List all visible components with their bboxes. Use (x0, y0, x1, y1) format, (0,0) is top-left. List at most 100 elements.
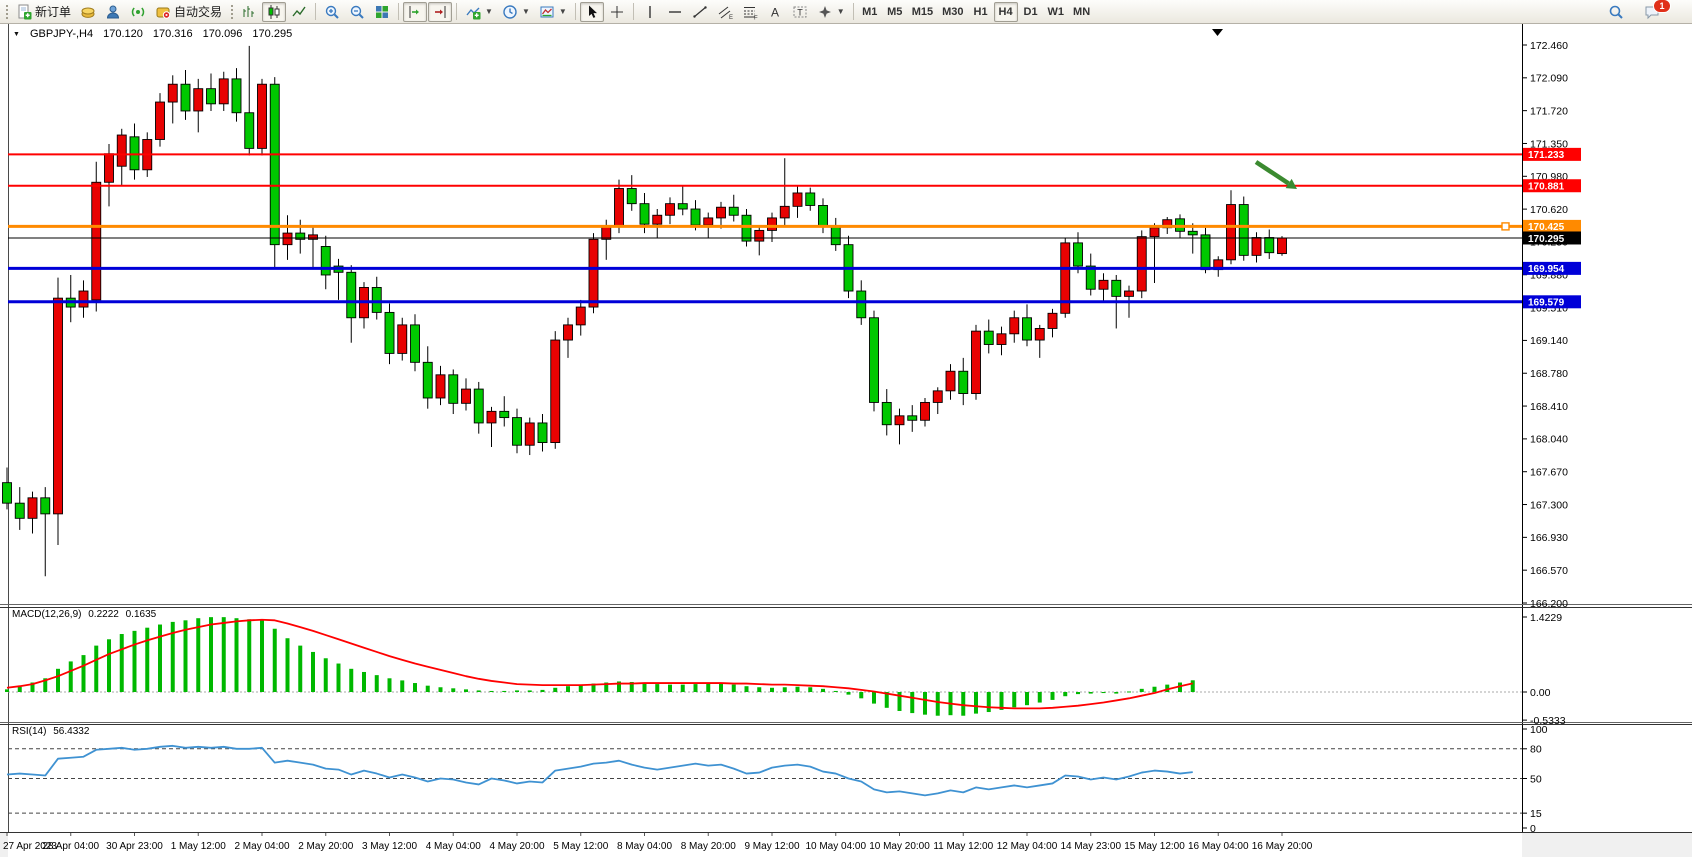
timeframe-M30[interactable]: M30 (938, 2, 967, 22)
trendline-button[interactable] (688, 2, 712, 22)
svg-text:12 May 04:00: 12 May 04:00 (997, 841, 1058, 852)
vertical-line-button[interactable] (638, 2, 662, 22)
chart-shift-icon (432, 4, 448, 20)
cursor-arrow-icon (584, 4, 600, 20)
svg-text:5 May 12:00: 5 May 12:00 (553, 841, 608, 852)
timeframe-W1[interactable]: W1 (1044, 2, 1069, 22)
search-button[interactable] (1604, 2, 1628, 22)
chart-canvas[interactable]: 172.460172.090171.720171.350170.980170.6… (0, 0, 1692, 857)
svg-text:10 May 04:00: 10 May 04:00 (805, 841, 866, 852)
svg-text:15: 15 (1530, 808, 1542, 820)
text-button[interactable]: A (763, 2, 787, 22)
timeframe-MN[interactable]: MN (1069, 2, 1094, 22)
auto-scroll-button[interactable] (403, 2, 427, 22)
tile-windows-button[interactable] (370, 2, 394, 22)
rsi-value: 56.4332 (53, 726, 89, 737)
svg-text:T: T (797, 7, 803, 17)
timeframe-M1[interactable]: M1 (858, 2, 882, 22)
chart-shift-button[interactable] (428, 2, 452, 22)
tile-windows-icon (374, 4, 390, 20)
timeframe-M15[interactable]: M15 (908, 2, 937, 22)
svg-text:168.410: 168.410 (1530, 401, 1568, 413)
svg-text:4 May 04:00: 4 May 04:00 (426, 841, 481, 852)
arrows-tool-button[interactable]: ▼ (813, 2, 849, 22)
macd-indicator-label: MACD(12,26,9) 0.2222 0.1635 (12, 609, 160, 620)
notification-badge: 1 (1653, 0, 1671, 13)
signals-button[interactable] (126, 2, 150, 22)
zoom-in-button[interactable] (320, 2, 344, 22)
toolbar: 新订单 自动交易 (0, 0, 1692, 24)
zoom-in-icon (324, 4, 340, 20)
svg-text:166.570: 166.570 (1530, 565, 1568, 577)
vertical-line-icon (642, 4, 658, 20)
svg-text:15 May 12:00: 15 May 12:00 (1124, 841, 1185, 852)
toolbar-separator (315, 3, 316, 20)
svg-text:169.954: 169.954 (1528, 264, 1565, 275)
periods-button[interactable]: ▼ (498, 2, 534, 22)
svg-text:8 May 04:00: 8 May 04:00 (617, 841, 672, 852)
new-order-label: 新订单 (35, 3, 71, 20)
zoom-out-icon (349, 4, 365, 20)
candlestick-chart-button[interactable] (262, 2, 286, 22)
templates-button[interactable]: ▼ (535, 2, 571, 22)
symbol-period-label: GBPJPY-,H4 (30, 28, 93, 40)
toolbar-separator (633, 3, 634, 20)
high-value: 170.316 (153, 28, 193, 40)
svg-text:50: 50 (1530, 773, 1542, 785)
svg-text:169.579: 169.579 (1528, 298, 1565, 309)
new-order-icon (16, 4, 32, 20)
text-label-button[interactable]: T (788, 2, 812, 22)
svg-text:2 May 04:00: 2 May 04:00 (234, 841, 289, 852)
toolbar-separator (398, 3, 399, 20)
mt4-window: 新订单 自动交易 (0, 0, 1692, 857)
chevron-down-icon: ▼ (837, 7, 845, 16)
svg-text:0.00: 0.00 (1530, 687, 1551, 699)
svg-text:10 May 20:00: 10 May 20:00 (869, 841, 930, 852)
line-chart-button[interactable] (287, 2, 311, 22)
autotrading-button[interactable]: 自动交易 (151, 2, 226, 22)
new-order-button[interactable]: 新订单 (12, 2, 75, 22)
indicators-button[interactable]: ▼ (461, 2, 497, 22)
notifications-button[interactable]: 1 (1640, 2, 1664, 22)
toolbar-grip (229, 3, 234, 21)
macd-signal-value: 0.1635 (126, 609, 157, 620)
svg-text:167.300: 167.300 (1530, 499, 1568, 511)
market-watch-button[interactable] (76, 2, 100, 22)
timeframe-H1[interactable]: H1 (969, 2, 993, 22)
svg-text:11 May 12:00: 11 May 12:00 (933, 841, 993, 852)
auto-scroll-icon (407, 4, 423, 20)
autotrading-label: 自动交易 (174, 3, 222, 20)
svg-text:172.090: 172.090 (1530, 73, 1568, 85)
svg-text:166.200: 166.200 (1530, 598, 1568, 610)
equidistant-channel-button[interactable]: E (713, 2, 737, 22)
svg-text:A: A (771, 5, 779, 19)
crosshair-icon (609, 4, 625, 20)
svg-text:30 Apr 23:00: 30 Apr 23:00 (106, 841, 163, 852)
svg-text:4 May 20:00: 4 May 20:00 (489, 841, 544, 852)
svg-text:170.620: 170.620 (1530, 204, 1568, 216)
bar-chart-button[interactable] (237, 2, 261, 22)
chart-title: ▼ GBPJPY-,H4 170.120 170.316 170.096 170… (13, 28, 296, 40)
svg-text:171.720: 171.720 (1530, 105, 1568, 117)
accounts-button[interactable] (101, 2, 125, 22)
timeframe-H4[interactable]: H4 (994, 2, 1018, 22)
low-value: 170.096 (203, 28, 243, 40)
svg-text:2 May 20:00: 2 May 20:00 (298, 841, 353, 852)
macd-value: 0.2222 (88, 609, 119, 620)
timeframe-D1[interactable]: D1 (1019, 2, 1043, 22)
svg-text:168.040: 168.040 (1530, 434, 1568, 446)
svg-text:171.233: 171.233 (1528, 150, 1565, 161)
cursor-button[interactable] (580, 2, 604, 22)
svg-text:0: 0 (1530, 823, 1536, 835)
svg-text:1.4229: 1.4229 (1530, 612, 1562, 624)
svg-text:168.780: 168.780 (1530, 368, 1568, 380)
fibonacci-button[interactable]: F (738, 2, 762, 22)
hline-handle[interactable] (1502, 223, 1509, 230)
horizontal-line-button[interactable] (663, 2, 687, 22)
timeframe-M5[interactable]: M5 (883, 2, 907, 22)
zoom-out-button[interactable] (345, 2, 369, 22)
chevron-down-icon: ▼ (13, 31, 20, 38)
arrows-tool-icon (817, 4, 833, 20)
crosshair-button[interactable] (605, 2, 629, 22)
svg-text:E: E (729, 15, 733, 20)
